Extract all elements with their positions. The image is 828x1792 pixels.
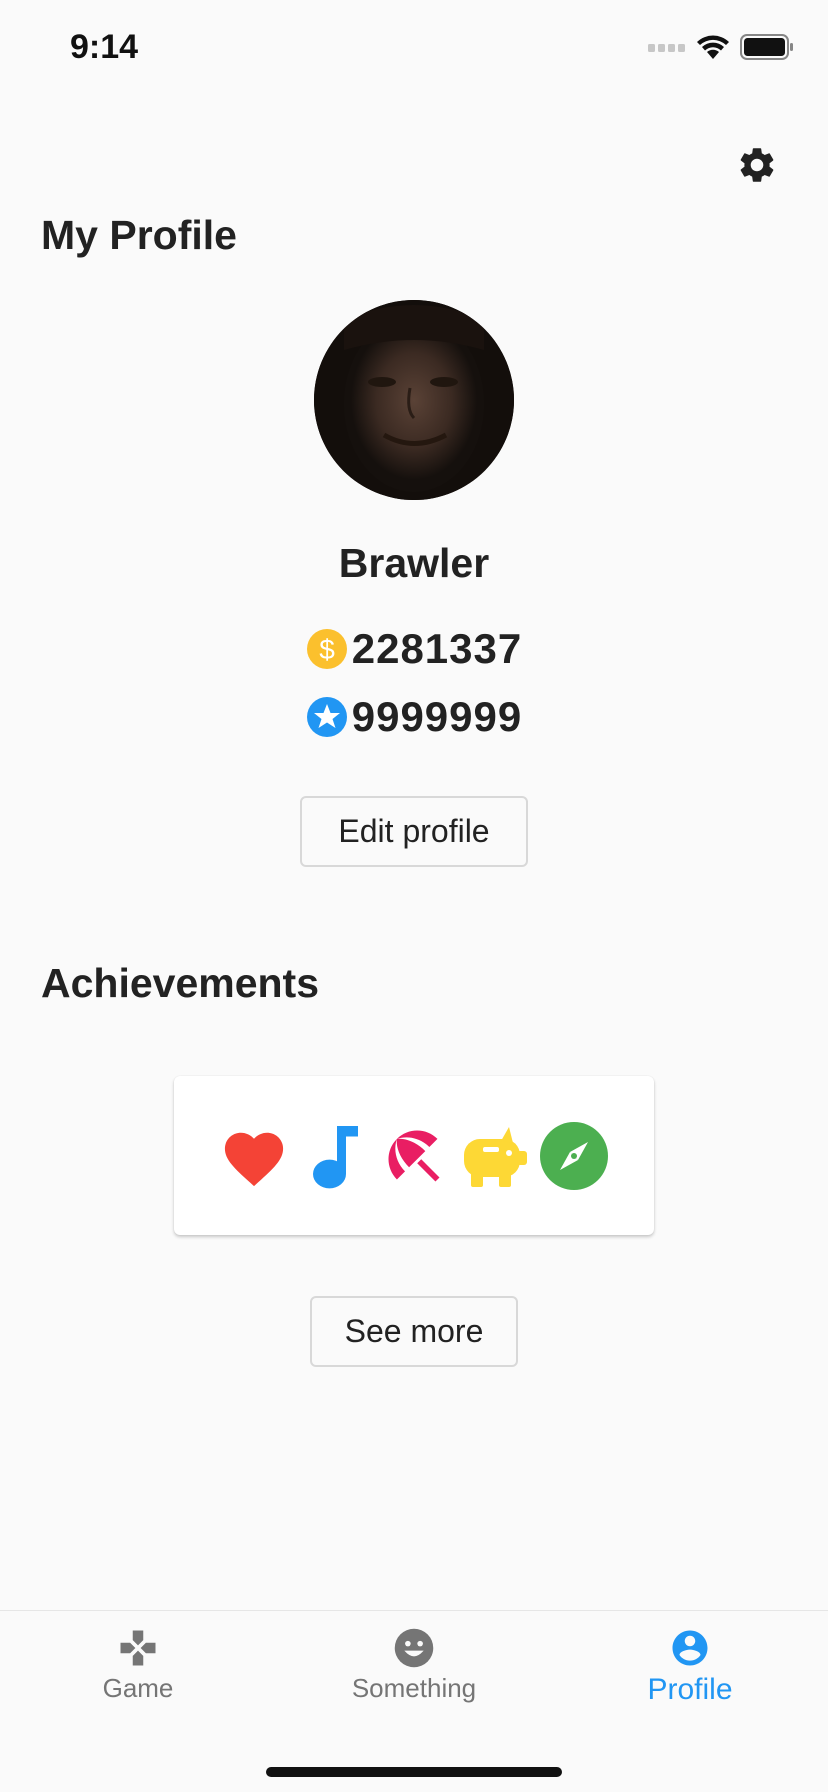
achievement-item — [379, 1121, 449, 1191]
compass-icon — [540, 1121, 608, 1190]
achievement-item — [459, 1121, 529, 1191]
star-icon — [306, 697, 347, 737]
tab-label: Game — [102, 1673, 174, 1703]
piggy-bank-icon — [464, 1126, 527, 1187]
achievements-title: Achievements — [41, 960, 320, 1006]
status-bar: 9:14 — [0, 0, 828, 100]
avatar-photo — [314, 300, 514, 500]
avatar — [314, 300, 514, 500]
coin-value: 2281337 — [351, 625, 523, 672]
edit-profile-button[interactable]: Edit profile — [300, 796, 528, 867]
wifi-icon — [697, 35, 729, 59]
tab-label: Something — [351, 1673, 477, 1703]
account-icon — [672, 1630, 708, 1666]
tab-label: Profile — [647, 1673, 733, 1706]
page-title: My Profile — [41, 212, 237, 258]
status-time: 9:14 — [70, 28, 139, 66]
smiley-icon — [394, 1628, 434, 1668]
achievement-item — [539, 1121, 609, 1191]
status-icons — [648, 34, 794, 60]
achievement-item — [299, 1121, 369, 1191]
gear-icon — [740, 148, 774, 182]
coin-icon: $ — [306, 629, 347, 669]
battery-icon — [740, 34, 793, 60]
achievement-item — [219, 1121, 289, 1191]
cellular-signal-icon — [648, 44, 685, 52]
svg-text:$: $ — [319, 634, 335, 665]
tab-profile[interactable]: Profile — [552, 1627, 828, 1707]
gamepad-icon — [120, 1630, 156, 1666]
coin-balance: $ 2281337 — [0, 625, 828, 673]
star-balance: 9999999 — [0, 693, 828, 741]
music-note-icon — [313, 1125, 358, 1188]
bottom-navigation: Game Something Profile — [0, 1610, 828, 1792]
heart-icon — [224, 1132, 284, 1186]
see-more-button[interactable]: See more — [310, 1296, 518, 1367]
beach-umbrella-icon — [388, 1130, 440, 1181]
username: Brawler — [338, 540, 490, 586]
achievements-card — [174, 1076, 654, 1235]
tab-something[interactable]: Something — [276, 1627, 552, 1704]
settings-button[interactable] — [736, 144, 778, 186]
home-indicator — [266, 1767, 562, 1777]
tab-game[interactable]: Game — [0, 1627, 276, 1704]
star-value: 9999999 — [351, 693, 523, 740]
